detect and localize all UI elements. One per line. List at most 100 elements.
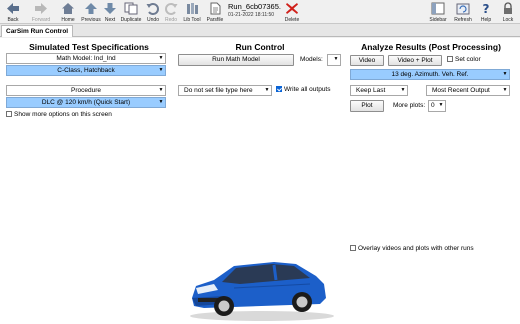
overlay-label: Overlay videos and plots with other runs <box>358 245 474 252</box>
redo-button[interactable]: Redo <box>163 0 179 24</box>
up-arrow-icon <box>85 3 97 14</box>
video-plot-button[interactable]: Video + Plot <box>388 55 442 66</box>
checkbox-box <box>350 245 356 251</box>
lib-tool-button[interactable]: Lib Tool <box>181 0 203 24</box>
run-name: Run_6cb07365. <box>228 2 281 11</box>
help-question-icon: ? <box>483 2 490 15</box>
delete-x-icon <box>286 3 298 14</box>
previous-button[interactable]: Previous <box>80 0 102 24</box>
file-type-value: Do not set file type here <box>184 87 253 94</box>
math-model-selector[interactable]: Math Model: Ind_Ind ▼ <box>6 53 166 64</box>
lib-tool-label: Lib Tool <box>183 17 201 23</box>
forward-button[interactable]: Forward <box>28 0 54 24</box>
math-model-dataset-link[interactable]: C-Class, Hatchback ▼ <box>6 65 166 76</box>
previous-label: Previous <box>81 17 101 23</box>
models-label: Models: <box>300 56 323 63</box>
lock-icon <box>504 2 512 14</box>
math-model-label: Math Model: Ind_Ind <box>56 55 116 62</box>
document-icon <box>210 2 221 15</box>
keep-last-value: Keep Last <box>356 87 386 94</box>
vehicle-image <box>174 246 344 324</box>
duplicate-button[interactable]: Duplicate <box>119 0 143 24</box>
delete-button[interactable]: Delete <box>282 0 302 24</box>
tab-carsim-run-control[interactable]: CarSim Run Control <box>1 25 74 37</box>
chevron-down-icon: ▼ <box>438 102 444 108</box>
write-all-outputs-checkbox[interactable]: Write all outputs <box>276 86 330 94</box>
forward-label: Forward <box>31 17 51 23</box>
delete-label: Delete <box>284 17 300 23</box>
more-plots-label: More plots: <box>393 102 426 109</box>
run-math-model-button[interactable]: Run Math Model <box>178 54 294 66</box>
chevron-down-icon: ▼ <box>400 87 406 93</box>
chevron-down-icon: ▼ <box>333 56 339 62</box>
sidebar-label: Sidebar <box>429 17 447 23</box>
chevron-down-icon: ▼ <box>158 55 164 61</box>
most-recent-output-value: Most Recent Output <box>432 87 490 94</box>
refresh-icon <box>456 3 470 15</box>
chevron-down-icon: ▼ <box>502 87 508 93</box>
math-model-value: C-Class, Hatchback <box>57 67 115 74</box>
refresh-button[interactable]: Refresh <box>452 0 474 24</box>
procedure-label: Procedure <box>71 87 101 94</box>
next-button[interactable]: Next <box>102 0 118 24</box>
chevron-down-icon: ▼ <box>502 71 508 77</box>
tab-bar: CarSim Run Control <box>0 24 520 37</box>
write-all-outputs-label: Write all outputs <box>284 86 331 93</box>
run-date: 01-21-2022 18:11:50 <box>228 12 275 18</box>
undo-icon <box>146 3 159 15</box>
show-more-options-checkbox[interactable]: Show more options on this screen <box>6 111 112 119</box>
sim-specs-heading: Simulated Test Specifications <box>29 42 149 52</box>
procedure-dataset-link[interactable]: DLC @ 120 km/h (Quick Start) ▼ <box>6 97 166 108</box>
plot-button[interactable]: Plot <box>350 100 384 112</box>
chevron-down-icon: ▼ <box>158 87 164 93</box>
procedure-value: DLC @ 120 km/h (Quick Start) <box>41 99 131 106</box>
lock-button[interactable]: Lock <box>499 0 517 24</box>
home-button[interactable]: Home <box>58 0 78 24</box>
lock-label: Lock <box>502 17 514 23</box>
duplicate-icon <box>124 2 138 15</box>
analyze-results-heading: Analyze Results (Post Processing) <box>361 42 501 52</box>
checkbox-box <box>447 56 453 62</box>
toolbar: Back Forward Home Previous Next Duplicat… <box>0 0 520 24</box>
more-plots-value: 0 <box>431 102 435 109</box>
overlay-checkbox[interactable]: Overlay videos and plots with other runs <box>350 245 474 253</box>
chevron-down-icon: ▼ <box>264 87 270 93</box>
next-label: Next <box>104 17 116 23</box>
keep-last-dropdown[interactable]: Keep Last ▼ <box>350 85 408 96</box>
duplicate-label: Duplicate <box>120 17 142 23</box>
video-dataset-link[interactable]: 13 deg. Azimuth. Veh. Ref. ▼ <box>350 69 510 80</box>
sidebar-button[interactable]: Sidebar <box>427 0 449 24</box>
forward-arrow-icon <box>35 3 47 14</box>
set-color-label: Set color <box>455 56 481 63</box>
run-control-heading: Run Control <box>235 42 285 52</box>
refresh-label: Refresh <box>454 17 472 23</box>
back-button[interactable]: Back <box>2 0 24 24</box>
run-control-panel: Simulated Test Specifications Math Model… <box>0 38 520 324</box>
chevron-down-icon: ▼ <box>158 99 164 105</box>
output-source-dropdown[interactable]: Most Recent Output ▼ <box>426 85 510 96</box>
blue-hatchback-car-image <box>190 262 334 321</box>
library-tool-icon <box>187 3 198 14</box>
more-plots-dropdown[interactable]: 0 ▼ <box>428 100 446 112</box>
parsfile-button[interactable]: Parsfile <box>205 0 225 24</box>
file-type-selector[interactable]: Do not set file type here ▼ <box>178 85 272 96</box>
set-color-checkbox[interactable]: Set color <box>447 56 481 64</box>
back-label: Back <box>7 17 19 23</box>
undo-button[interactable]: Undo <box>145 0 161 24</box>
sidebar-icon <box>431 2 445 15</box>
back-arrow-icon <box>7 3 19 14</box>
home-icon <box>62 3 74 14</box>
show-more-options-label: Show more options on this screen <box>14 111 112 118</box>
help-label: Help <box>480 17 492 23</box>
parsfile-label: Parsfile <box>206 17 224 23</box>
models-dropdown[interactable]: ▼ <box>327 54 341 66</box>
chevron-down-icon: ▼ <box>158 67 164 73</box>
procedure-selector[interactable]: Procedure ▼ <box>6 85 166 96</box>
video-button[interactable]: Video <box>350 55 384 66</box>
checkbox-checked <box>276 86 282 92</box>
svg-text:?: ? <box>483 2 490 15</box>
help-button[interactable]: ? Help <box>477 0 495 24</box>
redo-label: Redo <box>165 17 177 23</box>
home-label: Home <box>61 17 75 23</box>
video-selection-value: 13 deg. Azimuth. Veh. Ref. <box>391 71 469 78</box>
